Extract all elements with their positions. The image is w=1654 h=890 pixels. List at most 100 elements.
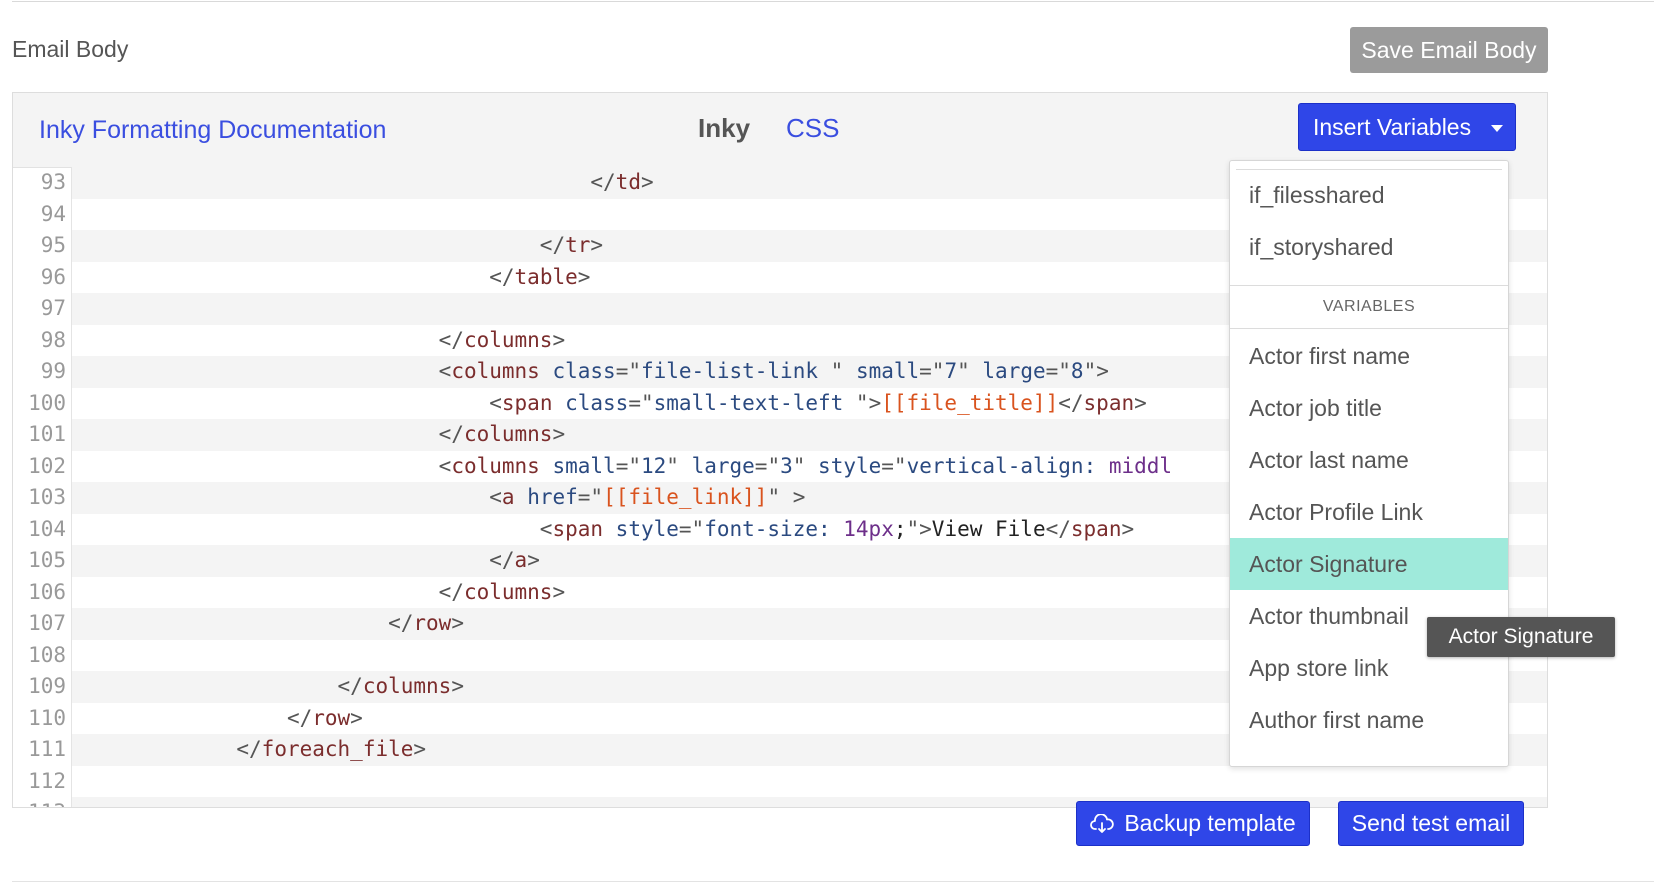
code-token: " bbox=[792, 453, 806, 478]
menu-item-actor-last-name[interactable]: Actor last name bbox=[1230, 434, 1508, 486]
menu-item-author-first-name[interactable]: Author first name bbox=[1230, 694, 1508, 746]
insert-variables-button[interactable]: Insert Variables bbox=[1298, 103, 1516, 151]
menu-item-actor-signature[interactable]: Actor Signature bbox=[1230, 538, 1508, 590]
code-token: > bbox=[552, 422, 566, 446]
code-token: 8 bbox=[1070, 359, 1084, 383]
code-token: > bbox=[413, 737, 427, 761]
code-token: " > bbox=[767, 485, 806, 509]
line-number: 108 bbox=[13, 639, 72, 671]
top-divider bbox=[12, 1, 1654, 2]
backup-template-label: Backup template bbox=[1124, 810, 1296, 836]
code-token: columns bbox=[463, 422, 553, 446]
code-token: 7 bbox=[944, 359, 958, 383]
tab-inky[interactable]: Inky bbox=[698, 113, 750, 144]
code-token: 12 bbox=[640, 453, 667, 478]
caret-down-icon bbox=[1491, 125, 1503, 132]
menu-item-actor-job-title[interactable]: Actor job title bbox=[1230, 382, 1508, 434]
code-text bbox=[72, 797, 1547, 807]
code-token: class bbox=[552, 390, 629, 415]
code-token: middl bbox=[1108, 453, 1173, 478]
code-token: > bbox=[577, 264, 591, 289]
code-token: columns bbox=[463, 327, 553, 352]
code-token: a bbox=[501, 485, 515, 509]
code-token: tr bbox=[565, 233, 591, 257]
code-token: </ bbox=[388, 611, 414, 635]
code-token: =" bbox=[678, 516, 705, 541]
code-token: "> bbox=[1083, 359, 1109, 383]
code-token: class bbox=[539, 359, 616, 383]
code-token: View File bbox=[931, 516, 1046, 541]
line-number: 102 bbox=[13, 450, 72, 482]
code-token: [[file_link]] bbox=[603, 485, 768, 509]
code-token: =" bbox=[577, 485, 604, 509]
insert-variables-menu: if_filesshared if_storyshared VARIABLES … bbox=[1229, 160, 1509, 767]
code-token: > bbox=[1134, 390, 1147, 415]
code-token: " bbox=[957, 359, 970, 383]
menu-divider bbox=[1230, 328, 1508, 329]
code-token: foreach_file bbox=[261, 737, 414, 761]
code-token: =" bbox=[615, 359, 641, 383]
code-token: 14px bbox=[843, 516, 894, 541]
line-number: 110 bbox=[13, 702, 72, 734]
code-token: </ bbox=[438, 579, 464, 604]
code-token: span bbox=[501, 390, 553, 415]
code-token: </ bbox=[337, 674, 363, 698]
save-email-body-button[interactable]: Save Email Body bbox=[1350, 27, 1548, 73]
code-token: > bbox=[640, 170, 654, 194]
code-token: =" bbox=[919, 359, 945, 383]
code-token: large bbox=[678, 453, 755, 478]
code-token: </ bbox=[489, 264, 515, 289]
line-number: 113 bbox=[13, 797, 72, 807]
line-number: 101 bbox=[13, 419, 72, 451]
code-token: > bbox=[1121, 516, 1135, 541]
code-token: span bbox=[1070, 516, 1122, 541]
code-token: columns bbox=[463, 579, 553, 604]
line-number: 96 bbox=[13, 261, 72, 293]
menu-item-if-storyshared[interactable]: if_storyshared bbox=[1230, 221, 1508, 273]
code-token: </ bbox=[438, 327, 464, 352]
menu-item-actor-first-name[interactable]: Actor first name bbox=[1230, 330, 1508, 382]
line-number: 93 bbox=[13, 167, 72, 199]
code-token: </ bbox=[539, 233, 566, 257]
code-token: </ bbox=[1058, 390, 1084, 415]
line-number: 94 bbox=[13, 198, 72, 230]
insert-variables-label: Insert Variables bbox=[1313, 113, 1472, 140]
code-token: row bbox=[312, 705, 351, 730]
code-token: > bbox=[527, 548, 540, 572]
code-token: span bbox=[1083, 390, 1135, 415]
backup-template-button[interactable]: Backup template bbox=[1076, 801, 1310, 846]
send-test-email-button[interactable]: Send test email bbox=[1338, 801, 1524, 846]
tab-css[interactable]: CSS bbox=[786, 113, 839, 144]
line-number: 104 bbox=[13, 513, 72, 545]
section-title: Email Body bbox=[12, 36, 129, 62]
code-token: =" bbox=[628, 390, 654, 415]
line-number: 112 bbox=[13, 765, 72, 797]
code-token: > bbox=[590, 233, 604, 257]
inky-docs-link[interactable]: Inky Formatting Documentation bbox=[39, 116, 386, 145]
line-number: 97 bbox=[13, 293, 72, 325]
code-token: < bbox=[489, 390, 502, 415]
menu-item-if-filesshared[interactable]: if_filesshared bbox=[1230, 169, 1508, 221]
code-token: columns bbox=[451, 453, 540, 478]
code-token: > bbox=[350, 705, 363, 730]
code-token: style bbox=[805, 453, 882, 478]
menu-item-actor-profile-link[interactable]: Actor Profile Link bbox=[1230, 486, 1508, 538]
code-token: </ bbox=[1045, 516, 1071, 541]
code-token: 3 bbox=[780, 453, 793, 478]
code-token: > bbox=[451, 611, 464, 635]
code-token: href bbox=[514, 485, 578, 509]
code-token: < bbox=[438, 359, 452, 383]
code-token: small bbox=[843, 359, 920, 383]
